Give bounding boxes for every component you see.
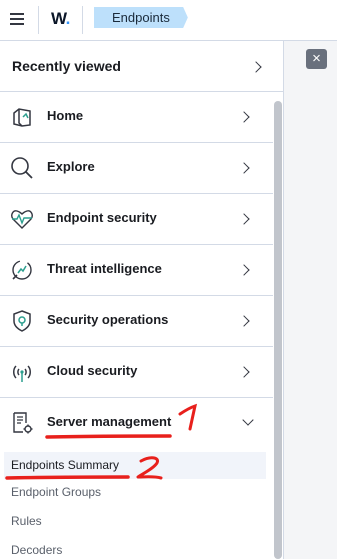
underline-1-mark xyxy=(45,434,172,439)
underline-2-mark xyxy=(5,475,130,480)
number-2-mark xyxy=(136,456,163,480)
number-1-mark xyxy=(178,403,198,431)
annotation-overlay xyxy=(5,403,198,480)
